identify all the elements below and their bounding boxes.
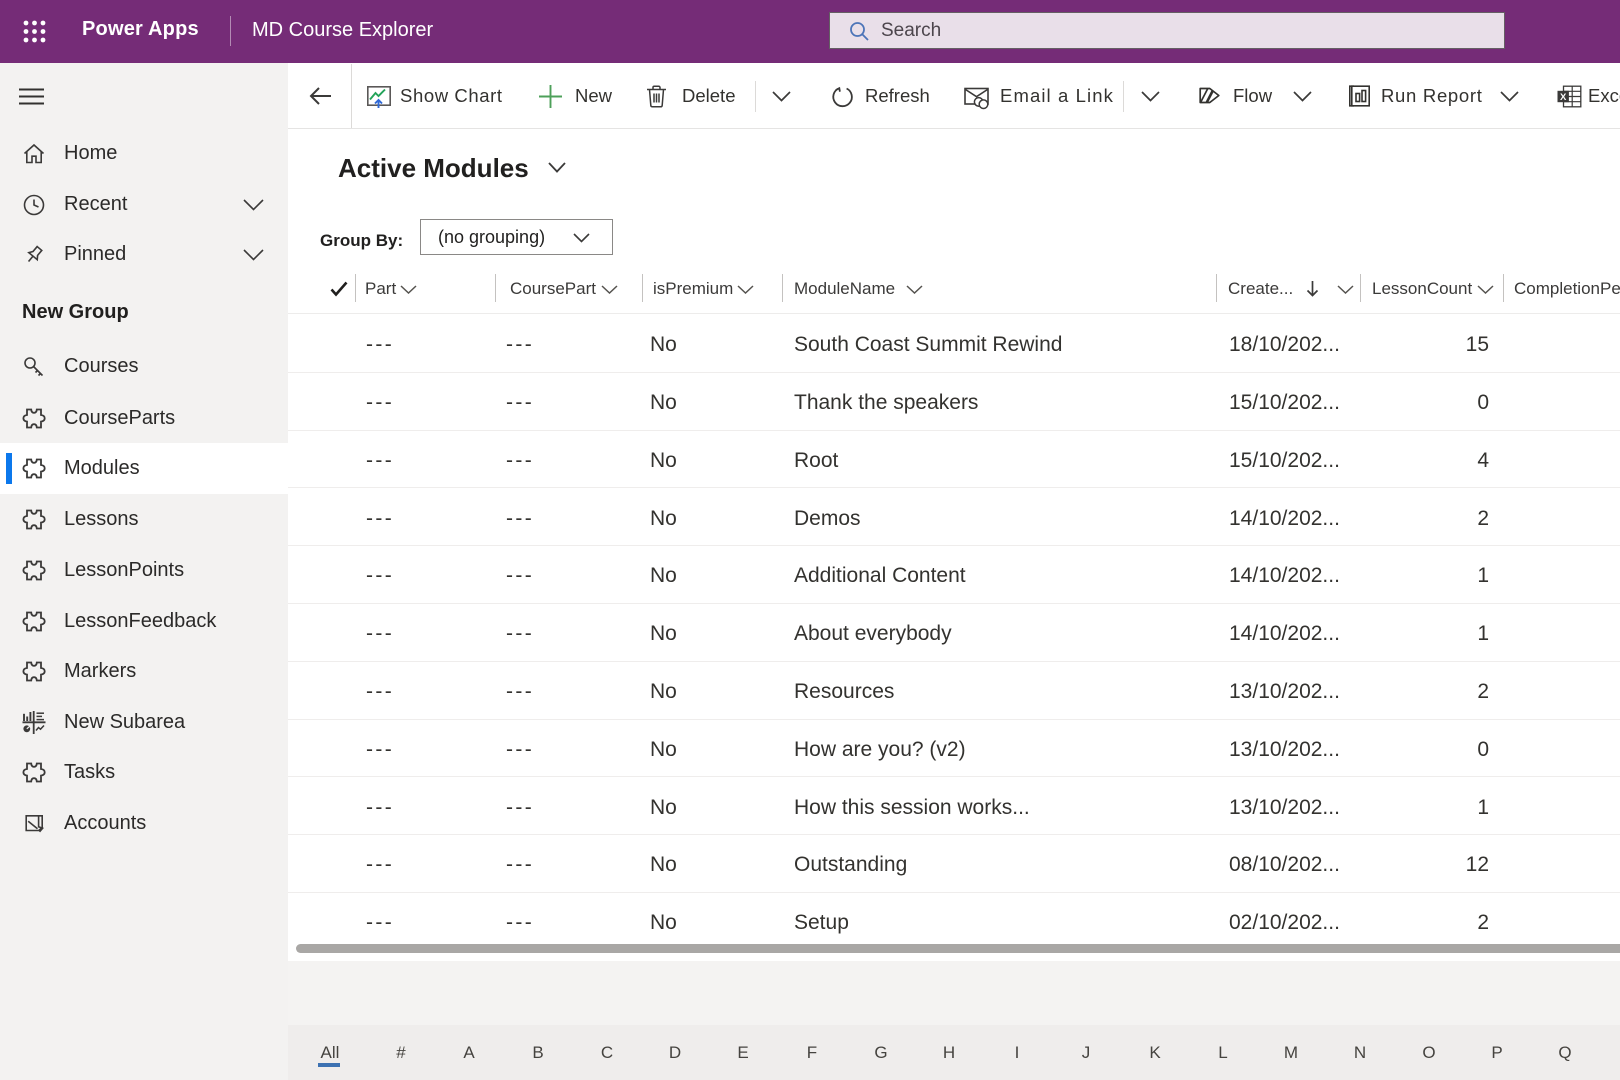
svg-text:X: X <box>1560 92 1567 103</box>
